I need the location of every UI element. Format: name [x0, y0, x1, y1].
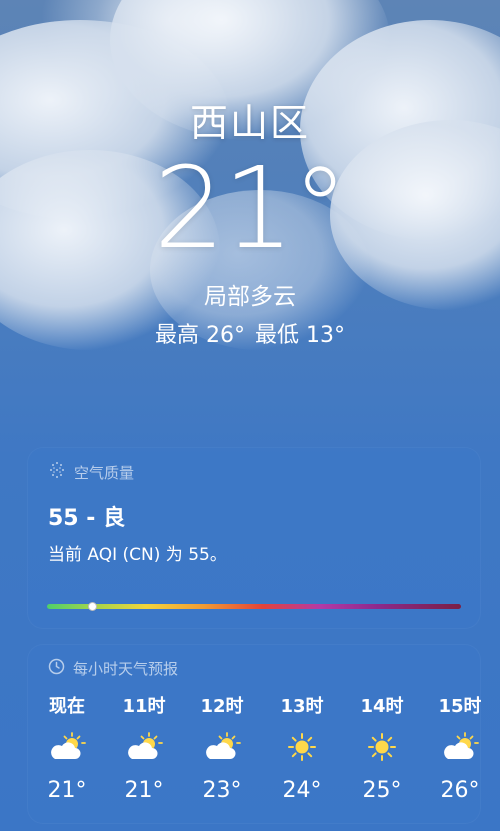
hourly-item: 11时 21° — [109, 692, 179, 803]
hour-temperature: 23° — [202, 778, 242, 803]
partly-cloudy-icon — [109, 724, 179, 770]
sun-icon — [347, 724, 417, 770]
sun-icon — [267, 724, 337, 770]
aqi-description: 当前 AQI (CN) 为 55。 — [48, 545, 227, 565]
hour-temperature: 21° — [124, 778, 164, 803]
hourly-item: 12时 23° — [187, 692, 257, 803]
hour-temperature: 21° — [47, 778, 87, 803]
aqi-scale-bar — [47, 604, 461, 609]
hour-temperature: 26° — [440, 778, 480, 803]
location-name: 西山区 — [189, 101, 310, 145]
hour-temperature: 24° — [282, 778, 322, 803]
partly-cloudy-icon — [32, 724, 102, 770]
hourly-forecast-header: 每小时天气预报 — [48, 658, 178, 679]
hour-label: 11时 — [122, 696, 166, 717]
air-quality-card[interactable]: 空气质量 55 - 良 当前 AQI (CN) 为 55。 — [27, 447, 481, 629]
low-temperature: 最低 13° — [255, 323, 345, 348]
hour-temperature: 25° — [362, 778, 402, 803]
aqi-value: 55 - 良 — [48, 506, 126, 531]
partly-cloudy-icon — [425, 724, 481, 770]
current-weather: 西山区 21° 局部多云 最高 26° 最低 13° — [0, 92, 500, 349]
hour-label: 12时 — [200, 696, 244, 717]
hour-label: 13时 — [280, 696, 324, 717]
high-low: 最高 26° 最低 13° — [0, 317, 500, 349]
hourly-forecast-title: 每小时天气预报 — [73, 660, 179, 678]
hourly-forecast-list[interactable]: 现在 21° 11时 21° 12时 23° 13时 24° 14时 25° 15时 26° — [27, 692, 482, 812]
air-quality-header: 空气质量 — [48, 461, 134, 483]
aqi-indicator-dot — [88, 602, 98, 611]
air-quality-title: 空气质量 — [74, 463, 135, 482]
current-temperature: 21° — [153, 144, 349, 274]
hourly-item: 现在 21° — [32, 692, 102, 803]
hour-label: 15时 — [438, 696, 481, 717]
clock-icon — [48, 658, 65, 679]
air-quality-icon — [48, 461, 66, 483]
weather-condition: 局部多云 — [204, 284, 296, 310]
partly-cloudy-icon — [187, 724, 257, 770]
hour-label: 现在 — [49, 696, 85, 717]
hourly-item: 14时 25° — [347, 692, 417, 803]
hourly-forecast-card[interactable]: 每小时天气预报 现在 21° 11时 21° 12时 23° 13时 24° 14时 25° 15时… — [27, 644, 481, 824]
hour-label: 14时 — [360, 696, 404, 717]
high-temperature: 最高 26° — [155, 323, 245, 348]
hourly-item: 15时 26° — [425, 692, 481, 803]
hourly-item: 13时 24° — [267, 692, 337, 803]
